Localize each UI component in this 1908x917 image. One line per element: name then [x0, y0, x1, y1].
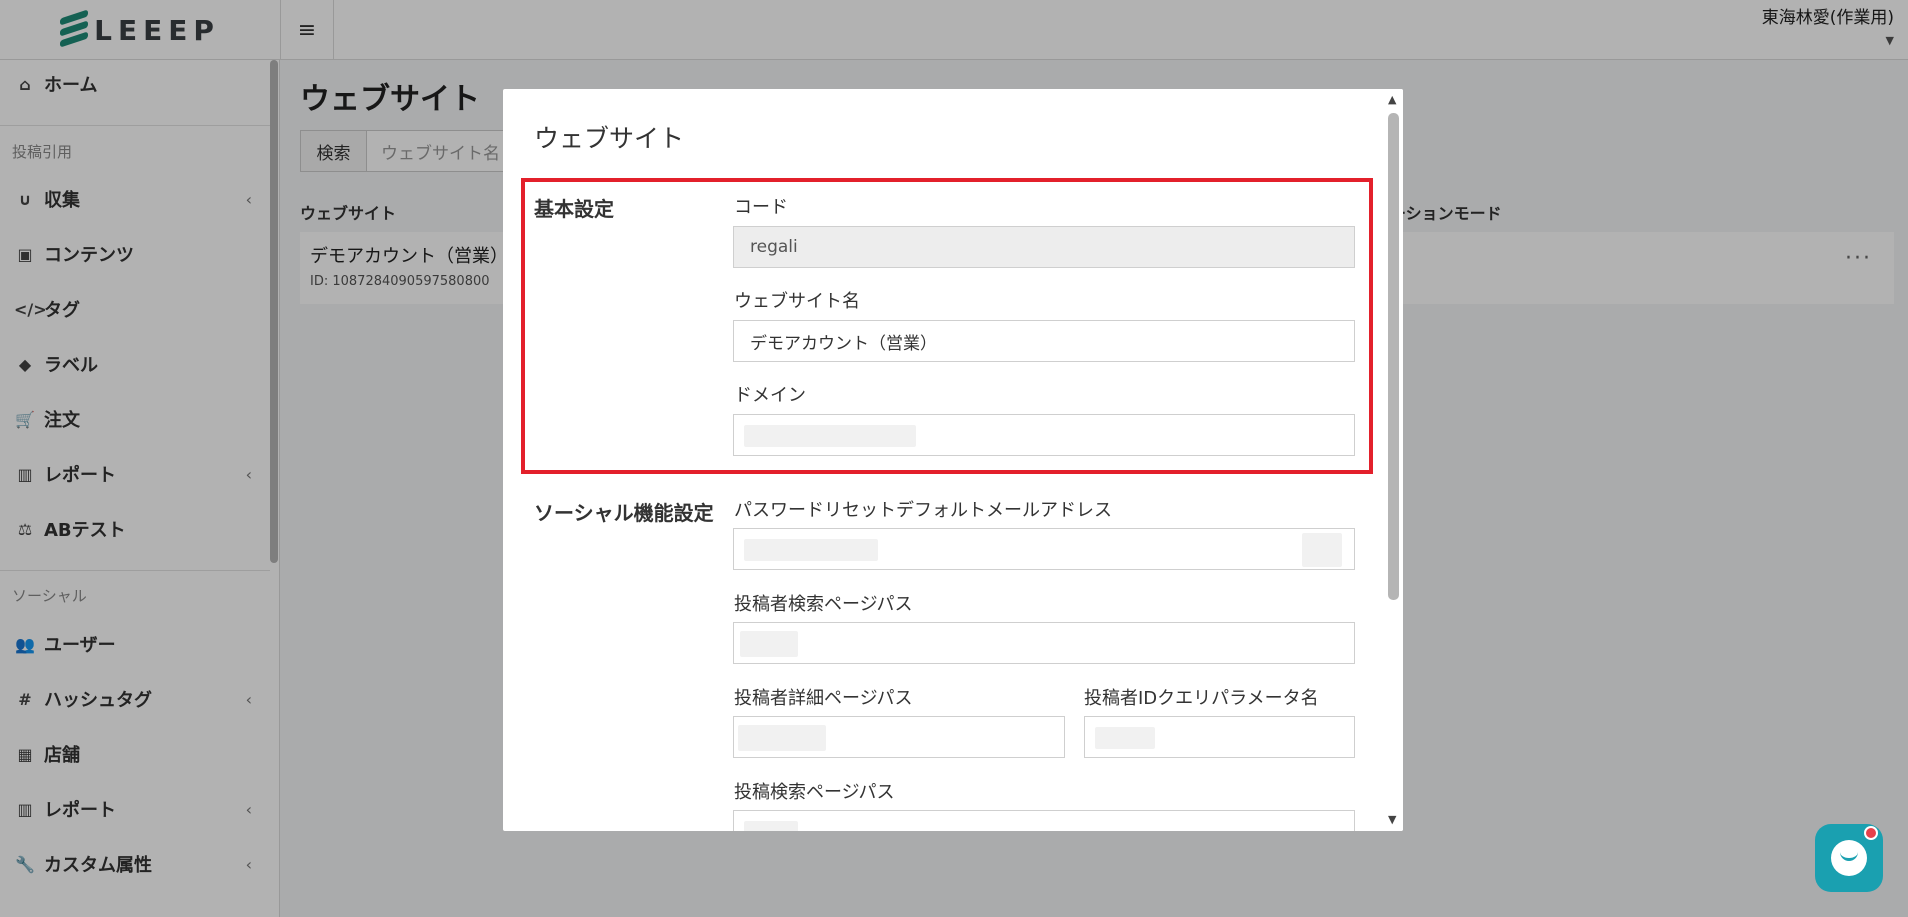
scroll-up-icon[interactable]: ▲ [1388, 93, 1396, 106]
poster-detail-path-label: 投稿者詳細ページパス [734, 688, 913, 709]
redacted-value [1302, 533, 1342, 567]
modal-title: ウェブサイト [534, 124, 685, 153]
redacted-value [738, 725, 826, 751]
site-name-field[interactable]: デモアカウント（営業） [733, 320, 1355, 362]
poster-id-param-label: 投稿者IDクエリパラメータ名 [1084, 688, 1319, 709]
section-social-settings: ソーシャル機能設定 [534, 501, 714, 525]
chat-icon [1831, 840, 1867, 876]
redacted-value [744, 539, 878, 561]
site-name-label: ウェブサイト名 [734, 291, 860, 312]
redacted-value [740, 631, 798, 657]
post-search-path-label: 投稿検索ページパス [734, 782, 895, 803]
pw-reset-email-field[interactable] [733, 528, 1355, 570]
poster-detail-path-field[interactable] [733, 716, 1065, 758]
domain-field[interactable] [733, 414, 1355, 456]
post-search-path-field[interactable] [733, 810, 1355, 831]
poster-search-path-label: 投稿者検索ページパス [734, 594, 913, 615]
section-basic-settings: 基本設定 [534, 197, 614, 221]
redacted-value [1095, 727, 1155, 749]
scroll-down-icon[interactable]: ▼ [1388, 813, 1396, 826]
code-field[interactable]: regali [733, 226, 1355, 268]
poster-id-param-field[interactable] [1084, 716, 1355, 758]
domain-label: ドメイン [734, 385, 806, 406]
redacted-value [744, 425, 916, 447]
redacted-value [744, 821, 798, 831]
modal-scroll-thumb[interactable] [1388, 113, 1399, 600]
notification-dot [1864, 826, 1878, 840]
poster-search-path-field[interactable] [733, 622, 1355, 664]
website-modal: ウェブサイト 基本設定 コード regali ウェブサイト名 デモアカウント（営… [503, 89, 1403, 831]
pw-reset-email-label: パスワードリセットデフォルトメールアドレス [734, 500, 1112, 521]
code-label: コード [734, 197, 788, 218]
